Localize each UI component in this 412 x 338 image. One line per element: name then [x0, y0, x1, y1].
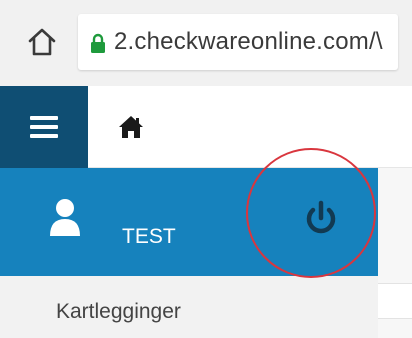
browser-toolbar: 2.checkwareonline.com/\: [0, 0, 412, 86]
lock-icon: [90, 33, 106, 53]
hamburger-menu-icon: [30, 116, 58, 138]
menu-item-kartlegginger[interactable]: Kartlegginger: [56, 300, 181, 324]
address-bar[interactable]: 2.checkwareonline.com/\: [78, 14, 398, 70]
app-header: [0, 86, 412, 168]
hamburger-menu-button[interactable]: [0, 86, 88, 168]
content-edge-row: [378, 283, 412, 319]
user-icon: [48, 198, 82, 236]
red-annotation-circle: [246, 148, 376, 278]
home-icon[interactable]: [116, 112, 146, 142]
content-edge: [378, 168, 412, 338]
browser-home-icon[interactable]: [24, 24, 60, 60]
url-text: 2.checkwareonline.com/\: [114, 28, 383, 55]
user-name: TEST: [122, 225, 176, 248]
